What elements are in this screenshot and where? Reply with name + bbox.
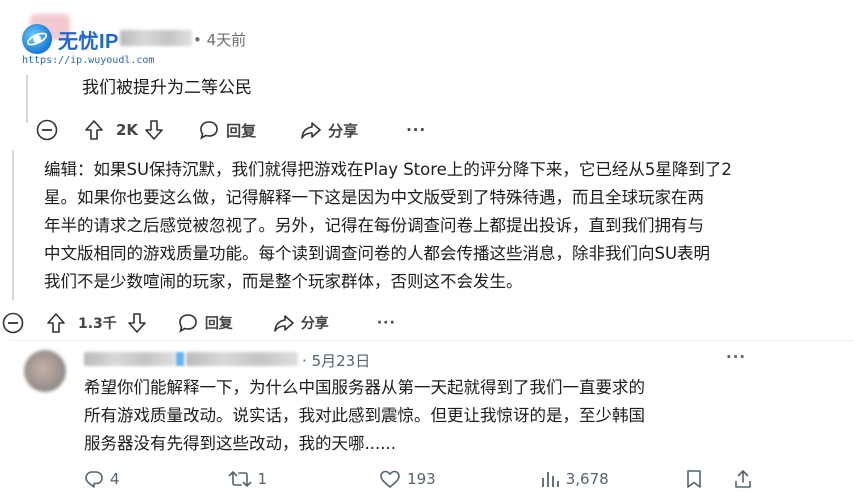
arrow-down-icon (145, 120, 163, 140)
username-blurred[interactable] (120, 30, 192, 46)
collapse-button[interactable] (2, 312, 24, 338)
bookmark-button[interactable] (685, 469, 703, 489)
downvote-button[interactable] (144, 119, 164, 141)
views-chart-icon (541, 472, 559, 487)
more-options-button[interactable]: ··· (406, 121, 426, 139)
share-button[interactable]: 分享 (300, 119, 358, 141)
handle-blurred[interactable] (186, 352, 298, 366)
arrow-up-icon (47, 313, 65, 333)
comment-line: 中文版相同的游戏质量功能。每个读到调查问卷的人都会传播这些消息，除非我们向SU表… (44, 244, 711, 263)
arrow-up-icon (85, 120, 103, 140)
tweet-body: 希望你们能解释一下，为什么中国服务器从第一天起就得到了我们一直要求的 所有游戏质… (84, 374, 804, 458)
thread-line (26, 75, 28, 123)
comment-line: 我们不是少数喧闹的玩家，而是整个玩家群体，否则这不会发生。 (44, 272, 523, 291)
comment-icon (200, 121, 218, 140)
share-icon (301, 122, 321, 139)
globe-icon (22, 24, 52, 54)
verified-badge-blurred (176, 352, 184, 366)
tweet-line: 所有游戏质量改动。说实话，我对此感到震惊。但更让我惊讶的是，至少韩国 (84, 406, 645, 425)
more-options-button[interactable]: ··· (726, 348, 746, 366)
share-label: 分享 (300, 316, 329, 332)
retweet-icon (228, 471, 251, 487)
tweet-line: 希望你们能解释一下，为什么中国服务器从第一天起就得到了我们一直要求的 (84, 378, 645, 397)
avatar-blurred[interactable] (24, 350, 66, 392)
downvote-button[interactable] (127, 312, 147, 334)
vote-count: 2K (116, 121, 139, 139)
upvote-button[interactable] (84, 119, 104, 141)
heart-icon (380, 470, 400, 488)
thread-line (12, 150, 14, 300)
tweet-line: 服务器没有先得到这些改动，我的天哪...... (84, 434, 396, 453)
retweet-count: 1 (257, 470, 268, 488)
reply-label: 回复 (204, 316, 233, 332)
upload-share-icon (734, 470, 751, 488)
tweet-actions: 4 1 193 3,678 (84, 468, 751, 490)
views-button[interactable]: 3,678 (540, 469, 609, 489)
arrow-down-icon (128, 313, 146, 333)
comment-line: 编辑：如果SU保持沉默，我们就得把游戏在Play Store上的评分降下来，它已… (44, 160, 732, 179)
watermark-brand: 无忧IP (58, 30, 119, 53)
like-button[interactable]: 193 (379, 469, 436, 489)
share-button[interactable] (733, 469, 753, 489)
collapse-icon (36, 119, 58, 141)
comment-body: 编辑：如果SU保持沉默，我们就得把游戏在Play Store上的评分降下来，它已… (44, 156, 844, 296)
separator-dot: • (193, 31, 202, 49)
reply-label: 回复 (226, 121, 257, 140)
reply-button[interactable]: 回复 (177, 312, 233, 334)
share-label: 分享 (328, 121, 359, 140)
comment-time: • 4天前 (193, 29, 246, 50)
share-button[interactable]: 分享 (273, 312, 329, 334)
reply-button[interactable]: 4 (84, 469, 120, 489)
time-label: 4天前 (206, 31, 247, 49)
vote-count: 1.3千 (78, 316, 117, 332)
tweet-date[interactable]: · 5月23日 (302, 350, 370, 371)
share-icon (274, 315, 294, 332)
comment-actions: 1.3千 回复 分享 ··· (46, 311, 396, 335)
comment-line: 年半的请求之后感觉被忽视了。另外，记得在每份调查问卷上都提出投诉，直到我们拥有与 (44, 216, 704, 235)
more-options-button[interactable]: ··· (377, 315, 396, 331)
watermark-url: https://ip.wuyoudl.com (22, 55, 155, 66)
watermark-logo: 无忧IP (22, 24, 119, 54)
comment-icon (179, 314, 197, 333)
reply-button[interactable]: 回复 (198, 119, 256, 141)
date-label: 5月23日 (311, 352, 371, 370)
comment-line: 星。如果你也要这么做，记得解释一下这是因为中文版受到了特殊待遇，而且全球玩家在两 (44, 188, 704, 207)
like-count: 193 (407, 470, 436, 488)
comment-body: 我们被提升为二等公民 (82, 78, 252, 98)
retweet-button[interactable]: 1 (228, 469, 268, 489)
view-count: 3,678 (565, 470, 609, 488)
collapse-button[interactable] (36, 119, 58, 145)
bookmark-icon (686, 470, 701, 488)
reply-count: 4 (110, 470, 120, 488)
comment-actions: 2K 回复 分享 ··· (84, 118, 426, 142)
comment-icon (85, 471, 103, 488)
separator-dot: · (302, 352, 307, 370)
display-name-blurred[interactable] (84, 352, 176, 366)
upvote-button[interactable] (46, 312, 66, 334)
collapse-icon (2, 312, 24, 334)
